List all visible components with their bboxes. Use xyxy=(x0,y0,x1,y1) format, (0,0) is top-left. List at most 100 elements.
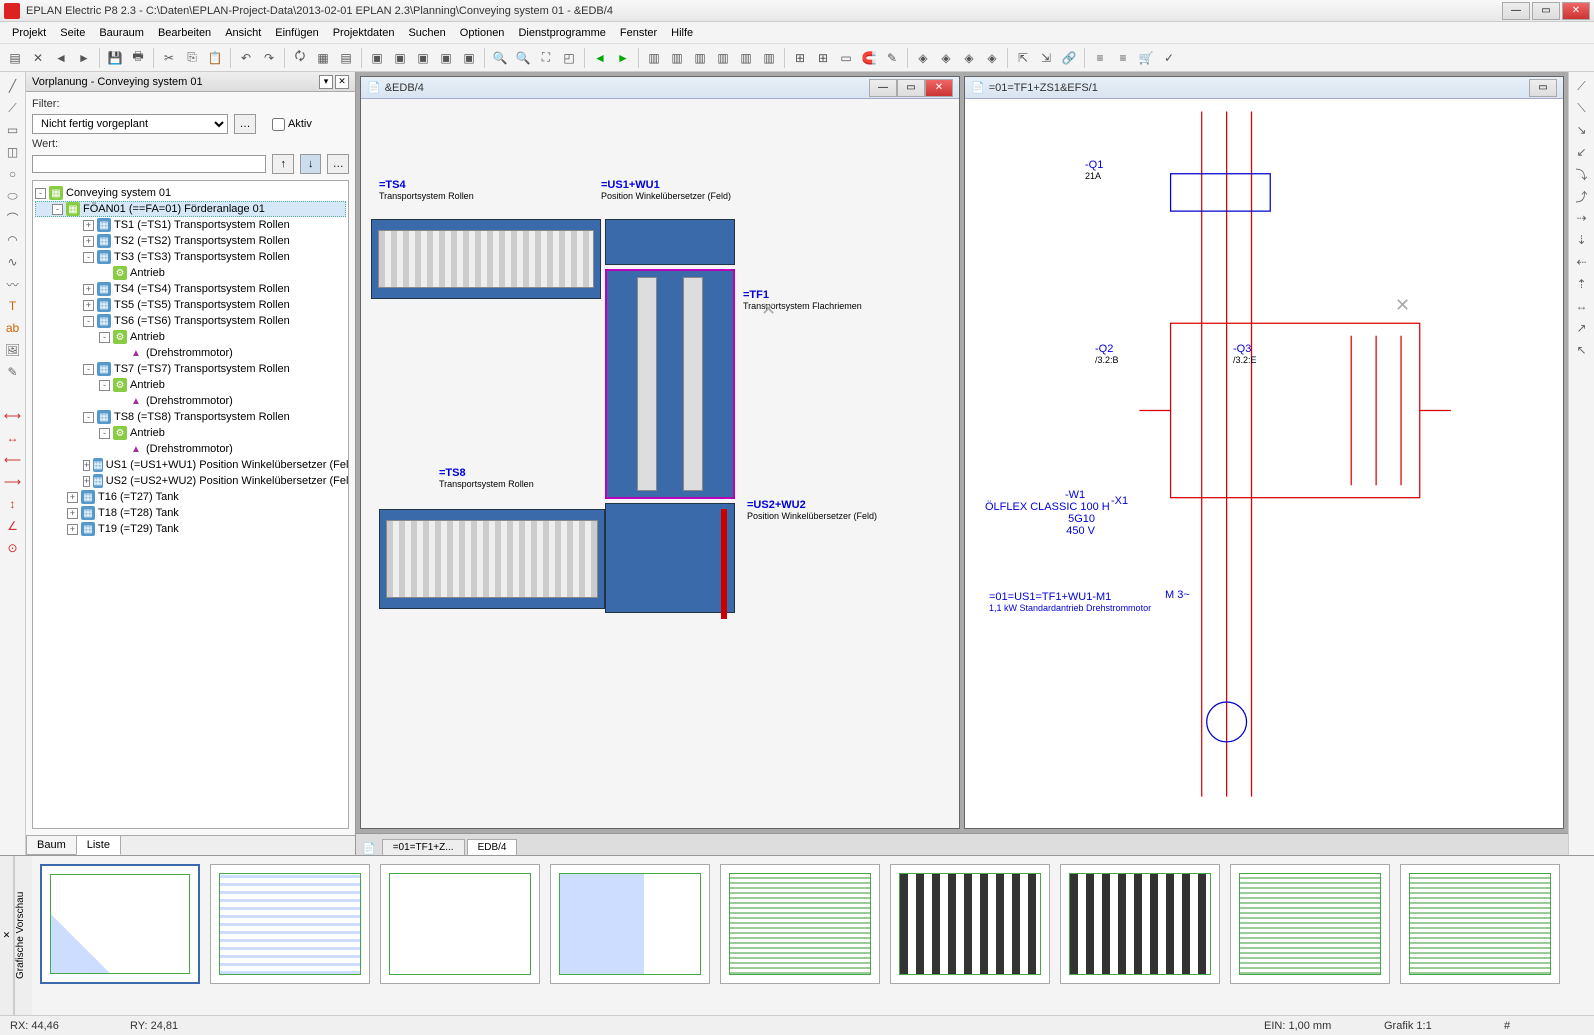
vt-dim2-icon[interactable]: ↔ xyxy=(3,428,23,448)
vt-image-icon[interactable]: 🖼 xyxy=(3,340,23,360)
thumb-9[interactable] xyxy=(1400,864,1560,984)
doc1-minimize-button[interactable]: — xyxy=(869,79,897,97)
tree-node[interactable]: +▦T18 (=T28) Tank xyxy=(35,505,346,521)
tree-node[interactable]: -▦TS6 (=TS6) Transportsystem Rollen xyxy=(35,313,346,329)
doc1-maximize-button[interactable]: ▭ xyxy=(897,79,925,97)
panel-close-icon[interactable]: ✕ xyxy=(335,75,349,89)
tree-node[interactable]: -⚙Antrieb xyxy=(35,329,346,345)
expand-icon[interactable]: - xyxy=(83,364,94,375)
tool-export2-icon[interactable]: ⇲ xyxy=(1035,47,1057,69)
tool-zoom-window-icon[interactable]: ◰ xyxy=(558,47,580,69)
tool-macro2-icon[interactable]: ▣ xyxy=(389,47,411,69)
tree-node[interactable]: ▲(Drehstrommotor) xyxy=(35,441,346,457)
vt-rect-icon[interactable]: ▭ xyxy=(3,120,23,140)
tool-save-icon[interactable]: 💾 xyxy=(104,47,126,69)
expand-icon[interactable]: + xyxy=(67,524,78,535)
thumb-3[interactable] xyxy=(380,864,540,984)
tree-node[interactable]: +▦US1 (=US1+WU1) Position Winkelübersetz… xyxy=(35,457,346,473)
maximize-button[interactable]: ▭ xyxy=(1532,2,1560,20)
tree-node[interactable]: -▦TS8 (=TS8) Transportsystem Rollen xyxy=(35,409,346,425)
expand-icon[interactable]: - xyxy=(99,332,110,343)
tree-node[interactable]: +▦TS1 (=TS1) Transportsystem Rollen xyxy=(35,217,346,233)
tree-node[interactable]: -▦FÖAN01 (==FA=01) Förderanlage 01 xyxy=(35,201,346,217)
tool-export1-icon[interactable]: ⇱ xyxy=(1012,47,1034,69)
vt-arc2-icon[interactable]: ◠ xyxy=(3,230,23,250)
menu-optionen[interactable]: Optionen xyxy=(454,25,511,41)
panel-dropdown-icon[interactable]: ▾ xyxy=(319,75,333,89)
vt-spline-icon[interactable]: ∿ xyxy=(3,252,23,272)
tree-node[interactable]: +▦TS5 (=TS5) Transportsystem Rollen xyxy=(35,297,346,313)
tool-cart-icon[interactable]: 🛒 xyxy=(1135,47,1157,69)
expand-icon[interactable]: + xyxy=(67,508,78,519)
menu-suchen[interactable]: Suchen xyxy=(402,25,451,41)
tree-node[interactable]: -▦Conveying system 01 xyxy=(35,185,346,201)
vt-rect2-icon[interactable]: ◫ xyxy=(3,142,23,162)
tool-preview-icon[interactable]: ▤ xyxy=(4,47,26,69)
vt-dim3-icon[interactable]: ⟵ xyxy=(3,450,23,470)
expand-icon[interactable]: + xyxy=(83,236,94,247)
rt-12-icon[interactable]: ↗ xyxy=(1572,318,1592,338)
menu-seite[interactable]: Seite xyxy=(54,25,91,41)
vt-text-icon[interactable]: T xyxy=(3,296,23,316)
tree-node[interactable]: -⚙Antrieb xyxy=(35,377,346,393)
menu-bearbeiten[interactable]: Bearbeiten xyxy=(152,25,217,41)
aktiv-checkbox[interactable]: Aktiv xyxy=(272,118,312,131)
tool-macro1-icon[interactable]: ▣ xyxy=(366,47,388,69)
tool-window6-icon[interactable]: ▥ xyxy=(758,47,780,69)
rt-8-icon[interactable]: ⇣ xyxy=(1572,230,1592,250)
tool-window3-icon[interactable]: ▥ xyxy=(689,47,711,69)
thumb-7[interactable] xyxy=(1060,864,1220,984)
expand-icon[interactable]: + xyxy=(83,284,94,295)
tool-misc2-icon[interactable]: ◈ xyxy=(935,47,957,69)
vt-dim4-icon[interactable]: ⟶ xyxy=(3,472,23,492)
rt-11-icon[interactable]: ↔ xyxy=(1572,296,1592,316)
expand-icon[interactable]: - xyxy=(99,428,110,439)
vt-arc-icon[interactable]: ⌒ xyxy=(3,208,23,228)
filter-browse-button[interactable]: … xyxy=(234,114,256,134)
thumb-5[interactable] xyxy=(720,864,880,984)
tool-grid2-icon[interactable]: ⊞ xyxy=(789,47,811,69)
tree-node[interactable]: +▦TS2 (=TS2) Transportsystem Rollen xyxy=(35,233,346,249)
conveyor-ts8[interactable] xyxy=(379,509,605,609)
tool-list1-icon[interactable]: ≡ xyxy=(1089,47,1111,69)
tool-grid3-icon[interactable]: ⊞ xyxy=(812,47,834,69)
doctab-2[interactable]: EDB/4 xyxy=(467,839,518,855)
vt-dim1-icon[interactable]: ⟷ xyxy=(3,406,23,426)
tree-node[interactable]: -▦TS3 (=TS3) Transportsystem Rollen xyxy=(35,249,346,265)
tree-node[interactable]: ▲(Drehstrommotor) xyxy=(35,393,346,409)
vt-line-icon[interactable]: ╱ xyxy=(3,76,23,96)
wert-up-button[interactable]: ↑ xyxy=(272,154,294,174)
vt-pencil-icon[interactable]: ✎ xyxy=(3,362,23,382)
tree-node[interactable]: +▦TS4 (=TS4) Transportsystem Rollen xyxy=(35,281,346,297)
tool-macro5-icon[interactable]: ▣ xyxy=(458,47,480,69)
menu-einfuegen[interactable]: Einfügen xyxy=(269,25,324,41)
vt-dim5-icon[interactable]: ↕ xyxy=(3,494,23,514)
tab-liste[interactable]: Liste xyxy=(76,836,121,855)
thumb-8[interactable] xyxy=(1230,864,1390,984)
tool-print-icon[interactable]: 🖶 xyxy=(127,47,149,69)
rt-9-icon[interactable]: ⇠ xyxy=(1572,252,1592,272)
tool-misc4-icon[interactable]: ◈ xyxy=(981,47,1003,69)
tool-cut-icon[interactable]: ✂ xyxy=(158,47,180,69)
rt-13-icon[interactable]: ↖ xyxy=(1572,340,1592,360)
expand-icon[interactable]: - xyxy=(83,316,94,327)
tool-sync-icon[interactable]: 🔗 xyxy=(1058,47,1080,69)
vt-ab-icon[interactable]: ab xyxy=(3,318,23,338)
tree-node[interactable]: +▦T16 (=T27) Tank xyxy=(35,489,346,505)
conveyor-us2[interactable] xyxy=(605,503,735,613)
tool-misc1-icon[interactable]: ◈ xyxy=(912,47,934,69)
expand-icon[interactable]: + xyxy=(67,492,78,503)
menu-ansicht[interactable]: Ansicht xyxy=(219,25,267,41)
rt-2-icon[interactable]: ⟍ xyxy=(1572,98,1592,118)
doc1-close-button[interactable]: ✕ xyxy=(925,79,953,97)
tool-grid-icon[interactable]: ▦ xyxy=(312,47,334,69)
tool-refresh-icon[interactable]: 🗘 xyxy=(289,47,311,69)
close-button[interactable]: ✕ xyxy=(1562,2,1590,20)
tool-macro3-icon[interactable]: ▣ xyxy=(412,47,434,69)
project-tree[interactable]: -▦Conveying system 01-▦FÖAN01 (==FA=01) … xyxy=(32,180,349,829)
expand-icon[interactable]: + xyxy=(83,460,90,471)
doc2-canvas[interactable]: -Q121A -Q2/3.2:B -Q3/3.2:E -W1 ÖLFLEX CL… xyxy=(965,99,1563,828)
tool-edit-icon[interactable]: ✎ xyxy=(881,47,903,69)
wert-browse-button[interactable]: … xyxy=(327,154,349,174)
tool-copy-icon[interactable]: ⎘ xyxy=(181,47,203,69)
